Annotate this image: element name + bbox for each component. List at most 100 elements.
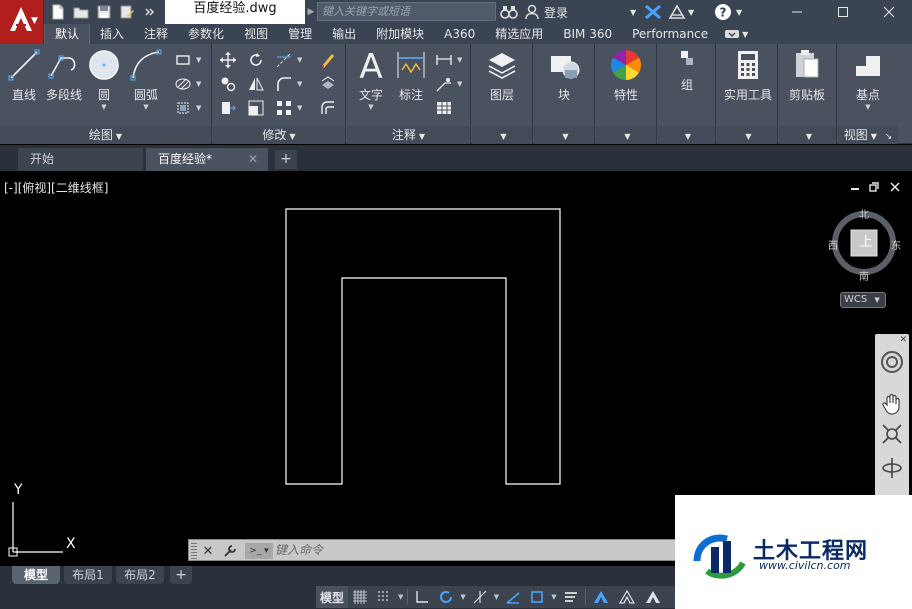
user-icon[interactable] — [524, 3, 540, 21]
explode-tool[interactable] — [317, 74, 339, 94]
panel-view-title[interactable]: 视图 ▼ ↘ — [838, 126, 898, 144]
trim-dropdown-icon[interactable]: ▼ — [297, 50, 305, 70]
tab-bim360[interactable]: BIM 360 — [553, 24, 622, 44]
boundary-tool[interactable] — [172, 98, 194, 118]
base-point-tool[interactable]: 基点 ▼ — [846, 48, 890, 111]
polar-dropdown-icon[interactable]: ▼ — [458, 593, 467, 601]
compass-east[interactable]: 东 — [891, 237, 901, 252]
autodesk-exchange-icon[interactable] — [644, 3, 662, 21]
login-link[interactable]: 登录 — [544, 4, 568, 21]
rectangle-tool[interactable] — [172, 50, 194, 70]
command-line-grip[interactable] — [191, 543, 197, 559]
new-tab-button[interactable]: + — [275, 150, 297, 169]
tab-output[interactable]: 输出 — [322, 24, 366, 44]
panel-modify-title[interactable]: 修改 ▼ — [213, 126, 345, 144]
object-snap-tracking-icon[interactable] — [501, 586, 525, 608]
offset-tool[interactable] — [317, 98, 339, 118]
leader-tool[interactable] — [433, 74, 455, 94]
add-layout-button[interactable]: + — [170, 566, 192, 584]
panel-draw-title[interactable]: 绘图 ▼ — [0, 126, 211, 144]
compass-south[interactable]: 南 — [859, 268, 869, 283]
pan-hand-icon[interactable] — [878, 390, 906, 418]
grid-toggle-icon[interactable] — [348, 586, 372, 608]
command-input[interactable] — [275, 541, 675, 559]
steering-wheel-icon[interactable] — [878, 348, 906, 376]
utilities-panel-expand[interactable]: ▼ — [717, 126, 777, 144]
binoculars-icon[interactable] — [500, 3, 518, 21]
help-icon[interactable]: ? — [714, 3, 732, 21]
clipboard-panel-expand[interactable]: ▼ — [779, 126, 836, 144]
annotation-scale-icon[interactable] — [640, 586, 666, 608]
close-window-icon[interactable] — [866, 0, 912, 24]
search-input[interactable] — [318, 3, 495, 20]
circle-tool[interactable]: 圆 ▼ — [82, 48, 126, 111]
save-as-icon[interactable] — [117, 2, 137, 22]
block-panel-expand[interactable]: ▼ — [534, 126, 594, 144]
rotate-tool[interactable] — [245, 50, 267, 70]
linear-dimension-tool[interactable] — [433, 50, 455, 70]
move-tool[interactable] — [217, 50, 239, 70]
hatch-dropdown-icon[interactable]: ▼ — [196, 74, 204, 94]
line-tool[interactable]: 直线 — [2, 48, 46, 103]
insert-block-tool[interactable]: 块 — [542, 48, 586, 103]
login-dropdown-icon[interactable]: ▼ — [630, 8, 636, 17]
arc-dropdown-icon[interactable]: ▼ — [124, 103, 168, 111]
help-dropdown-icon[interactable]: ▼ — [736, 8, 742, 17]
new-file-icon[interactable] — [48, 2, 68, 22]
save-icon[interactable] — [94, 2, 114, 22]
viewport-restore-icon[interactable] — [869, 182, 879, 195]
panel-annotation-title[interactable]: 注释 ▼ — [347, 126, 470, 144]
text-tool[interactable]: A 文字 ▼ — [349, 48, 393, 111]
a360-dropdown-icon[interactable]: ▼ — [688, 8, 694, 17]
tab-featured-apps[interactable]: 精选应用 — [485, 24, 553, 44]
erase-tool[interactable] — [317, 50, 339, 70]
compass-north[interactable]: 北 — [859, 206, 869, 221]
layout-tab-layout2[interactable]: 布局2 — [116, 566, 164, 584]
model-space-toggle[interactable]: 模型 — [316, 586, 349, 608]
array-tool[interactable] — [273, 98, 295, 118]
trim-tool[interactable] — [273, 50, 295, 70]
zoom-extents-icon[interactable] — [878, 420, 906, 448]
layer-properties-tool[interactable]: 图层 — [480, 48, 524, 103]
groups-panel-expand[interactable]: ▼ — [658, 126, 715, 144]
snap-toggle-icon[interactable] — [372, 586, 396, 608]
polar-tracking-icon[interactable] — [434, 586, 458, 608]
dimension-tool[interactable]: 标注 — [389, 48, 433, 103]
lineweight-toggle-icon[interactable] — [559, 586, 583, 608]
copy-tool[interactable] — [217, 74, 239, 94]
rectangle-dropdown-icon[interactable]: ▼ — [196, 50, 204, 70]
compass-west[interactable]: 西 — [828, 237, 838, 252]
minimize-icon[interactable] — [774, 0, 820, 24]
text-dropdown-icon[interactable]: ▼ — [349, 103, 393, 111]
tab-home[interactable]: 默认 — [44, 24, 91, 44]
hatch-tool[interactable] — [172, 74, 194, 94]
command-customize-icon[interactable] — [221, 542, 239, 560]
viewport-minimize-icon[interactable] — [850, 182, 860, 195]
viewport-close-icon[interactable] — [890, 182, 900, 195]
ribbon-display-toggle[interactable]: ▼ — [718, 24, 754, 44]
recent-commands-button[interactable]: >_ ▾ — [245, 543, 273, 559]
layers-panel-expand[interactable]: ▼ — [472, 126, 532, 144]
mirror-tool[interactable] — [245, 74, 267, 94]
tab-manage[interactable]: 管理 — [278, 24, 322, 44]
tab-view[interactable]: 视图 — [234, 24, 278, 44]
search-box[interactable] — [317, 2, 496, 21]
properties-tool[interactable]: 特性 — [604, 48, 648, 103]
group-tool[interactable]: 组 — [665, 48, 709, 93]
more-qat-icon[interactable] — [140, 2, 160, 22]
close-tab-icon[interactable]: ✕ — [248, 148, 258, 171]
fillet-dropdown-icon[interactable]: ▼ — [297, 74, 305, 94]
scale-tool[interactable] — [245, 98, 267, 118]
tab-performance[interactable]: Performance — [622, 24, 718, 44]
stretch-tool[interactable] — [217, 98, 239, 118]
polyline-tool[interactable]: 多段线 — [42, 48, 86, 103]
tab-annotate[interactable]: 注释 — [134, 24, 178, 44]
file-tab-active[interactable]: 百度经验* ✕ — [146, 148, 268, 171]
boundary-dropdown-icon[interactable]: ▼ — [196, 98, 204, 118]
search-expand-icon[interactable]: ▶ — [305, 3, 317, 21]
application-menu-button[interactable]: ▼ — [0, 0, 44, 44]
navbar-close-icon[interactable]: ✕ — [899, 335, 907, 345]
open-folder-icon[interactable] — [71, 2, 91, 22]
paste-tool[interactable]: 剪贴板 — [785, 48, 829, 103]
file-tab-start[interactable]: 开始 — [18, 148, 143, 171]
